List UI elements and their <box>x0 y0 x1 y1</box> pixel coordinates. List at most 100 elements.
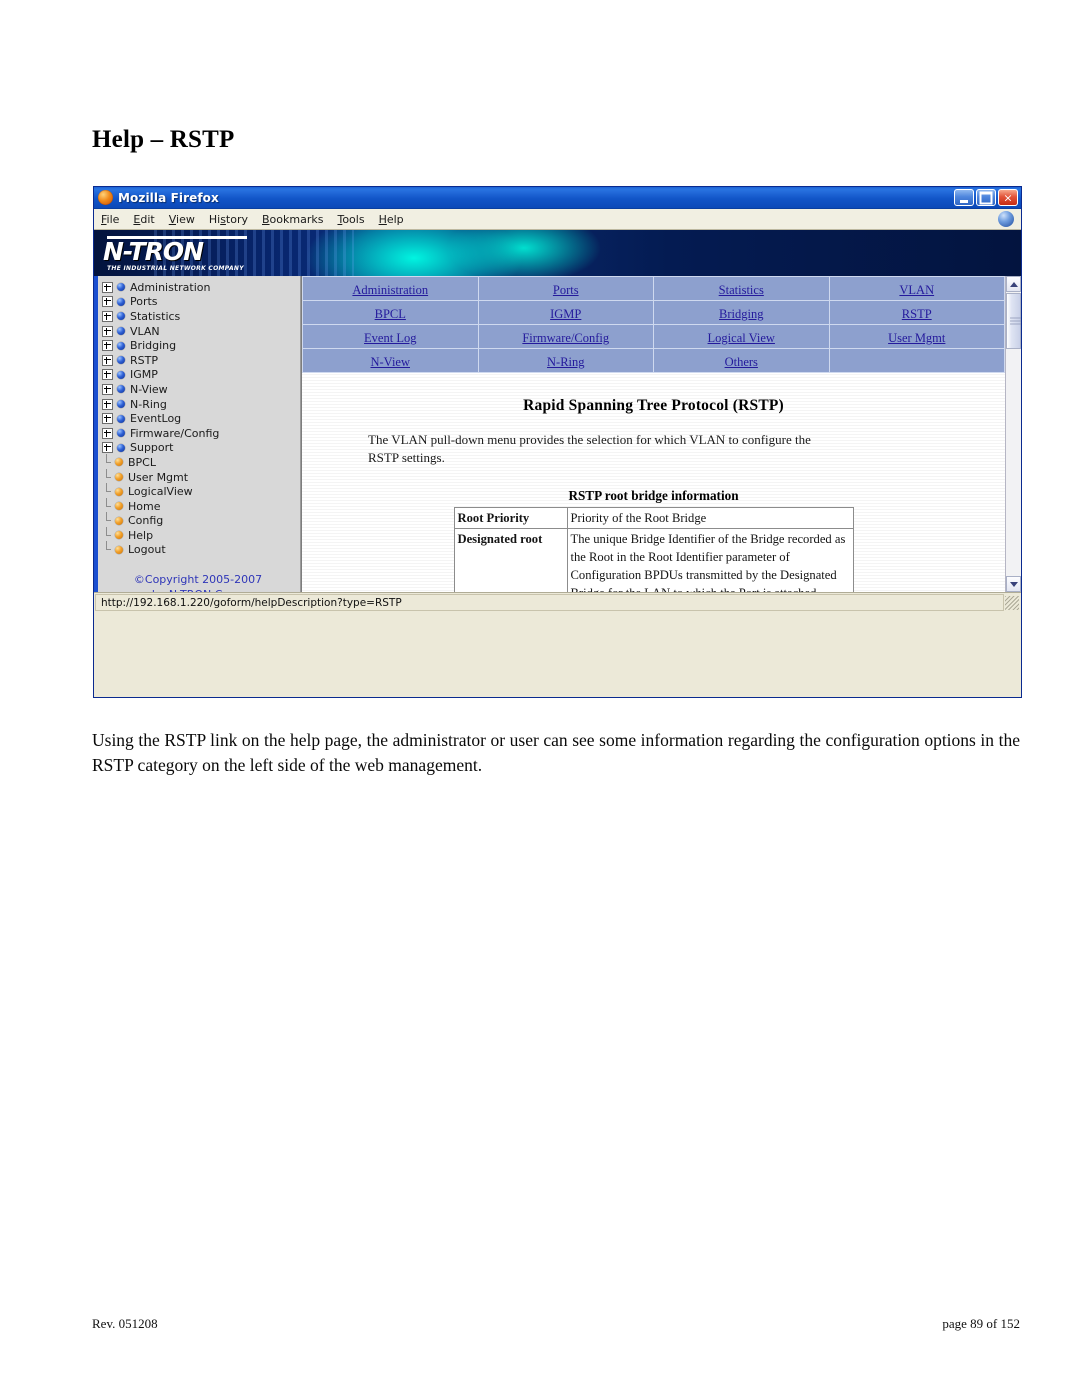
nav-link[interactable]: VLAN <box>899 283 934 297</box>
nav-cell-ports[interactable]: Ports <box>477 276 654 301</box>
expand-plus-icon[interactable] <box>102 398 113 410</box>
table-row: Root Priority Priority of the Root Bridg… <box>453 507 854 529</box>
sidebar-item-administration[interactable]: Administration <box>102 280 300 295</box>
node-bullet-icon <box>117 370 125 379</box>
nav-cell-logical-view[interactable]: Logical View <box>653 324 830 349</box>
browser-window-screenshot: Mozilla Firefox × File Edit View History… <box>93 186 1022 698</box>
content-vertical-scrollbar[interactable] <box>1005 276 1021 592</box>
close-button[interactable]: × <box>998 189 1018 206</box>
sidebar-item-bridging[interactable]: Bridging <box>102 338 300 353</box>
node-bullet-icon <box>117 341 125 350</box>
expand-plus-icon[interactable] <box>102 413 113 425</box>
sidebar-item-vlan[interactable]: VLAN <box>102 324 300 339</box>
nav-cell-others[interactable]: Others <box>653 348 830 373</box>
sidebar-item-igmp[interactable]: IGMP <box>102 368 300 383</box>
nav-link[interactable]: Event Log <box>364 331 416 345</box>
expand-plus-icon[interactable] <box>102 310 113 322</box>
sidebar-item-logicalview[interactable]: LogicalView <box>102 483 300 499</box>
scroll-down-arrow-icon[interactable] <box>1006 576 1021 592</box>
nav-link[interactable]: Logical View <box>708 331 775 345</box>
sidebar-item-user-mgmt[interactable]: User Mgmt <box>102 468 300 485</box>
resize-grip-icon[interactable] <box>1005 595 1019 610</box>
status-url-text: http://192.168.1.220/goform/helpDescript… <box>95 594 1004 611</box>
sidebar-item-label: EventLog <box>130 412 182 426</box>
sidebar-item-logout[interactable]: Logout <box>102 541 300 558</box>
sidebar-tree: Administration Ports Statistics VLAN Bri… <box>94 280 300 592</box>
ntron-logo: N-TRON THE INDUSTRIAL NETWORK COMPANY <box>103 236 251 272</box>
sidebar-item-eventlog[interactable]: EventLog <box>102 411 300 426</box>
expand-plus-icon[interactable] <box>102 383 113 395</box>
menu-item-help[interactable]: Help <box>379 213 404 226</box>
sidebar-item-statistics[interactable]: Statistics <box>102 309 300 324</box>
nav-link[interactable]: Bridging <box>719 307 763 321</box>
table-row: BPCL IGMP Bridging RSTP <box>302 300 1005 325</box>
nav-link[interactable]: Firmware/Config <box>522 331 609 345</box>
window-controls: × <box>954 189 1018 206</box>
tree-branch-icon <box>102 497 111 511</box>
sidebar-item-label: Bridging <box>130 339 177 353</box>
nav-link[interactable]: Others <box>725 355 758 369</box>
page-content: Administration Ports Statistics VLAN BPC… <box>301 276 1021 592</box>
expand-plus-icon[interactable] <box>102 354 113 366</box>
nav-link[interactable]: Statistics <box>719 283 764 297</box>
expand-plus-icon[interactable] <box>102 369 113 381</box>
scroll-up-arrow-icon[interactable] <box>1006 276 1021 292</box>
nav-cell-user-mgmt[interactable]: User Mgmt <box>828 324 1005 349</box>
scrollbar-thumb[interactable] <box>1006 293 1021 349</box>
nav-link[interactable]: N-Ring <box>547 355 585 369</box>
sidebar-item-n-ring[interactable]: N-Ring <box>102 397 300 412</box>
ntron-banner: N-TRON THE INDUSTRIAL NETWORK COMPANY <box>94 230 1021 276</box>
nav-cell-event-log[interactable]: Event Log <box>302 324 479 349</box>
nav-link[interactable]: BPCL <box>375 307 406 321</box>
menu-item-history[interactable]: History <box>209 213 248 226</box>
maximize-button[interactable] <box>976 189 996 206</box>
nav-cell-bridging[interactable]: Bridging <box>653 300 830 325</box>
expand-plus-icon[interactable] <box>102 296 113 308</box>
sidebar-item-support[interactable]: Support <box>102 441 300 456</box>
sidebar-item-n-view[interactable]: N-View <box>102 382 300 397</box>
nav-link[interactable]: Ports <box>553 283 579 297</box>
menu-item-edit[interactable]: Edit <box>133 213 154 226</box>
nav-link[interactable]: Administration <box>352 283 428 297</box>
browser-status-bar: http://192.168.1.220/goform/helpDescript… <box>94 592 1021 612</box>
menu-item-tools[interactable]: Tools <box>337 213 364 226</box>
sidebar-item-help[interactable]: Help <box>102 526 300 543</box>
browser-title-bar: Mozilla Firefox × <box>94 187 1021 209</box>
node-bullet-icon <box>117 385 125 394</box>
menu-item-bookmarks[interactable]: Bookmarks <box>262 213 323 226</box>
sidebar-item-home[interactable]: Home <box>102 497 300 514</box>
nav-link[interactable]: N-View <box>370 355 410 369</box>
nav-link[interactable]: RSTP <box>902 307 932 321</box>
nav-cell-statistics[interactable]: Statistics <box>653 276 830 301</box>
expand-plus-icon[interactable] <box>102 442 113 454</box>
menu-item-view[interactable]: View <box>169 213 195 226</box>
nav-cell-vlan[interactable]: VLAN <box>828 276 1005 301</box>
sidebar-item-config[interactable]: Config <box>102 512 300 529</box>
nav-link[interactable]: User Mgmt <box>888 331 945 345</box>
scrollbar-grip-icon <box>1010 317 1021 325</box>
nav-cell-bpcl[interactable]: BPCL <box>302 300 479 325</box>
nav-cell-n-view[interactable]: N-View <box>302 348 479 373</box>
nav-cell-n-ring[interactable]: N-Ring <box>477 348 654 373</box>
logo-tagline: THE INDUSTRIAL NETWORK COMPANY <box>107 265 244 272</box>
expand-plus-icon[interactable] <box>102 427 113 439</box>
minimize-button[interactable] <box>954 189 974 206</box>
sidebar-item-rstp[interactable]: RSTP <box>102 353 300 368</box>
nav-cell-igmp[interactable]: IGMP <box>477 300 654 325</box>
sidebar-item-bpcl[interactable]: BPCL <box>102 453 300 470</box>
expand-plus-icon[interactable] <box>102 325 113 337</box>
expand-plus-icon[interactable] <box>102 340 113 352</box>
nav-cell-rstp[interactable]: RSTP <box>828 300 1005 325</box>
tree-branch-icon <box>102 453 111 467</box>
nav-link-grid: Administration Ports Statistics VLAN BPC… <box>302 276 1005 373</box>
expand-plus-icon[interactable] <box>102 281 113 293</box>
help-intro-paragraph: The VLAN pull-down menu provides the sel… <box>368 432 811 465</box>
node-bullet-icon <box>117 400 125 409</box>
nav-link[interactable]: IGMP <box>550 307 581 321</box>
nav-cell-firmware-config[interactable]: Firmware/Config <box>477 324 654 349</box>
sidebar-item-firmware-config[interactable]: Firmware/Config <box>102 426 300 441</box>
help-table-caption: RSTP root bridge information <box>568 488 739 503</box>
nav-cell-administration[interactable]: Administration <box>302 276 479 301</box>
sidebar-item-ports[interactable]: Ports <box>102 295 300 310</box>
menu-item-file[interactable]: File <box>101 213 119 226</box>
